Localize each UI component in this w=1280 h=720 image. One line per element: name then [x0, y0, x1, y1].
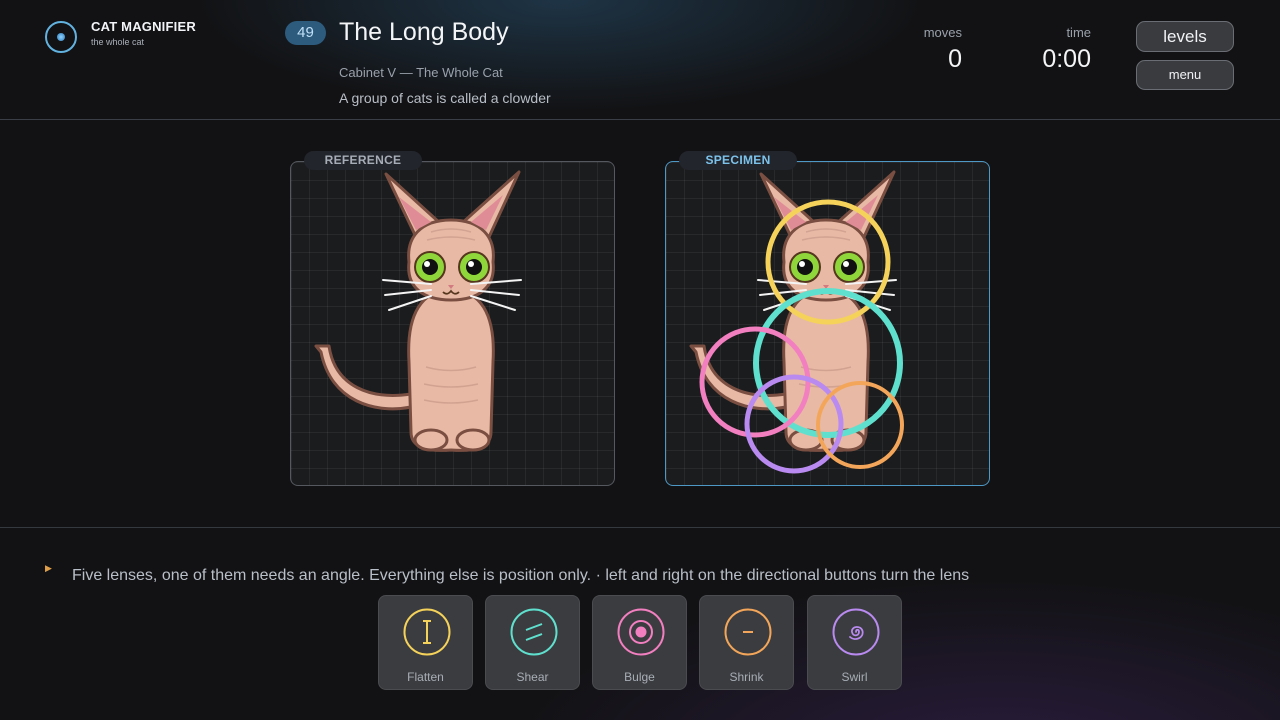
level-title: The Long Body [339, 18, 509, 46]
lens-label-shear: Shear [516, 670, 549, 684]
lens-label-swirl: Swirl [841, 670, 868, 684]
flatten-icon [403, 608, 451, 656]
specimen-panel[interactable] [665, 161, 990, 486]
specimen-cat [689, 170, 904, 474]
lens-label-shrink: Shrink [729, 670, 764, 684]
reference-panel [290, 161, 615, 486]
cat-fact: A group of cats is called a clowder [339, 90, 551, 106]
reference-cat [314, 170, 522, 452]
lens-label-bulge: Bulge [624, 670, 655, 684]
cabinet-label: Cabinet V — The Whole Cat [339, 65, 503, 80]
shear-icon [510, 608, 558, 656]
lens-button-shear[interactable]: Shear [485, 595, 580, 690]
time-counter: 0:00 [1042, 45, 1091, 73]
lens-button-shrink[interactable]: Shrink [699, 595, 794, 690]
hint-text: Five lenses, one of them needs an angle.… [72, 567, 970, 584]
lens-button-flatten[interactable]: Flatten [378, 595, 473, 690]
shrink-icon [724, 608, 772, 656]
hint-arrow-icon: ▶ [45, 563, 52, 573]
top-bar: CAT MAGNIFIER the whole cat 49 The Long … [0, 0, 1280, 120]
swirl-icon [832, 608, 880, 656]
moves-label: moves [923, 25, 962, 40]
reference-label: REFERENCE [304, 151, 422, 170]
moves-counter: 0 [948, 45, 962, 73]
lens-button-swirl[interactable]: Swirl [807, 595, 902, 690]
specimen-label: SPECIMEN [679, 151, 797, 170]
footer-divider [0, 527, 1280, 528]
time-label: time [1066, 25, 1091, 40]
magnifier-logo-icon [45, 21, 77, 53]
lens-label-flatten: Flatten [407, 670, 444, 684]
app-subtitle: the whole cat [91, 37, 145, 47]
levels-button[interactable]: levels [1136, 21, 1234, 52]
app-title: CAT MAGNIFIER [91, 19, 196, 34]
menu-button[interactable]: menu [1136, 60, 1234, 90]
lens-button-bulge[interactable]: Bulge [592, 595, 687, 690]
level-number-badge: 49 [285, 21, 326, 45]
bulge-icon [617, 608, 665, 656]
